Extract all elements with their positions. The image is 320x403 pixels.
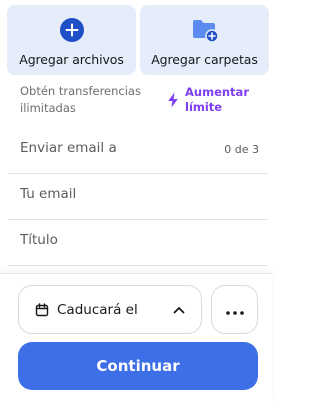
continue-button[interactable]: Continuar — [18, 342, 258, 390]
email-to-input[interactable] — [20, 140, 210, 156]
recipient-counter: 0 de 3 — [224, 143, 259, 156]
increase-limit-link[interactable]: Aumentar límite — [167, 85, 265, 115]
chevron-up-icon — [173, 306, 185, 314]
unlimited-transfers-text: Obtén transferencias ilimitadas — [20, 84, 141, 115]
bottom-action-panel: Caducará el Continuar — [0, 273, 272, 403]
title-field — [8, 220, 268, 266]
calendar-icon — [35, 302, 49, 317]
more-options-button[interactable] — [211, 285, 258, 334]
transfer-limit-row: Obtén transferencias ilimitadas Aumentar… — [20, 83, 265, 119]
expiry-label: Caducará el — [57, 301, 138, 318]
add-files-label: Agregar archivos — [19, 52, 124, 67]
add-files-button[interactable]: Agregar archivos — [7, 5, 136, 75]
folder-plus-icon — [191, 17, 219, 43]
lightning-icon — [167, 85, 179, 112]
increase-limit-label: Aumentar límite — [185, 85, 249, 114]
add-folders-label: Agregar carpetas — [151, 52, 258, 67]
your-email-field — [8, 174, 268, 220]
upload-buttons: Agregar archivos Agregar carpetas — [7, 5, 269, 75]
title-input[interactable] — [20, 232, 210, 248]
your-email-input[interactable] — [20, 186, 210, 202]
more-horizontal-icon — [225, 300, 244, 319]
expiry-date-selector[interactable]: Caducará el — [18, 285, 202, 334]
add-folders-button[interactable]: Agregar carpetas — [140, 5, 269, 75]
plus-circle-icon — [59, 17, 84, 43]
email-to-field: 0 de 3 — [8, 128, 268, 174]
